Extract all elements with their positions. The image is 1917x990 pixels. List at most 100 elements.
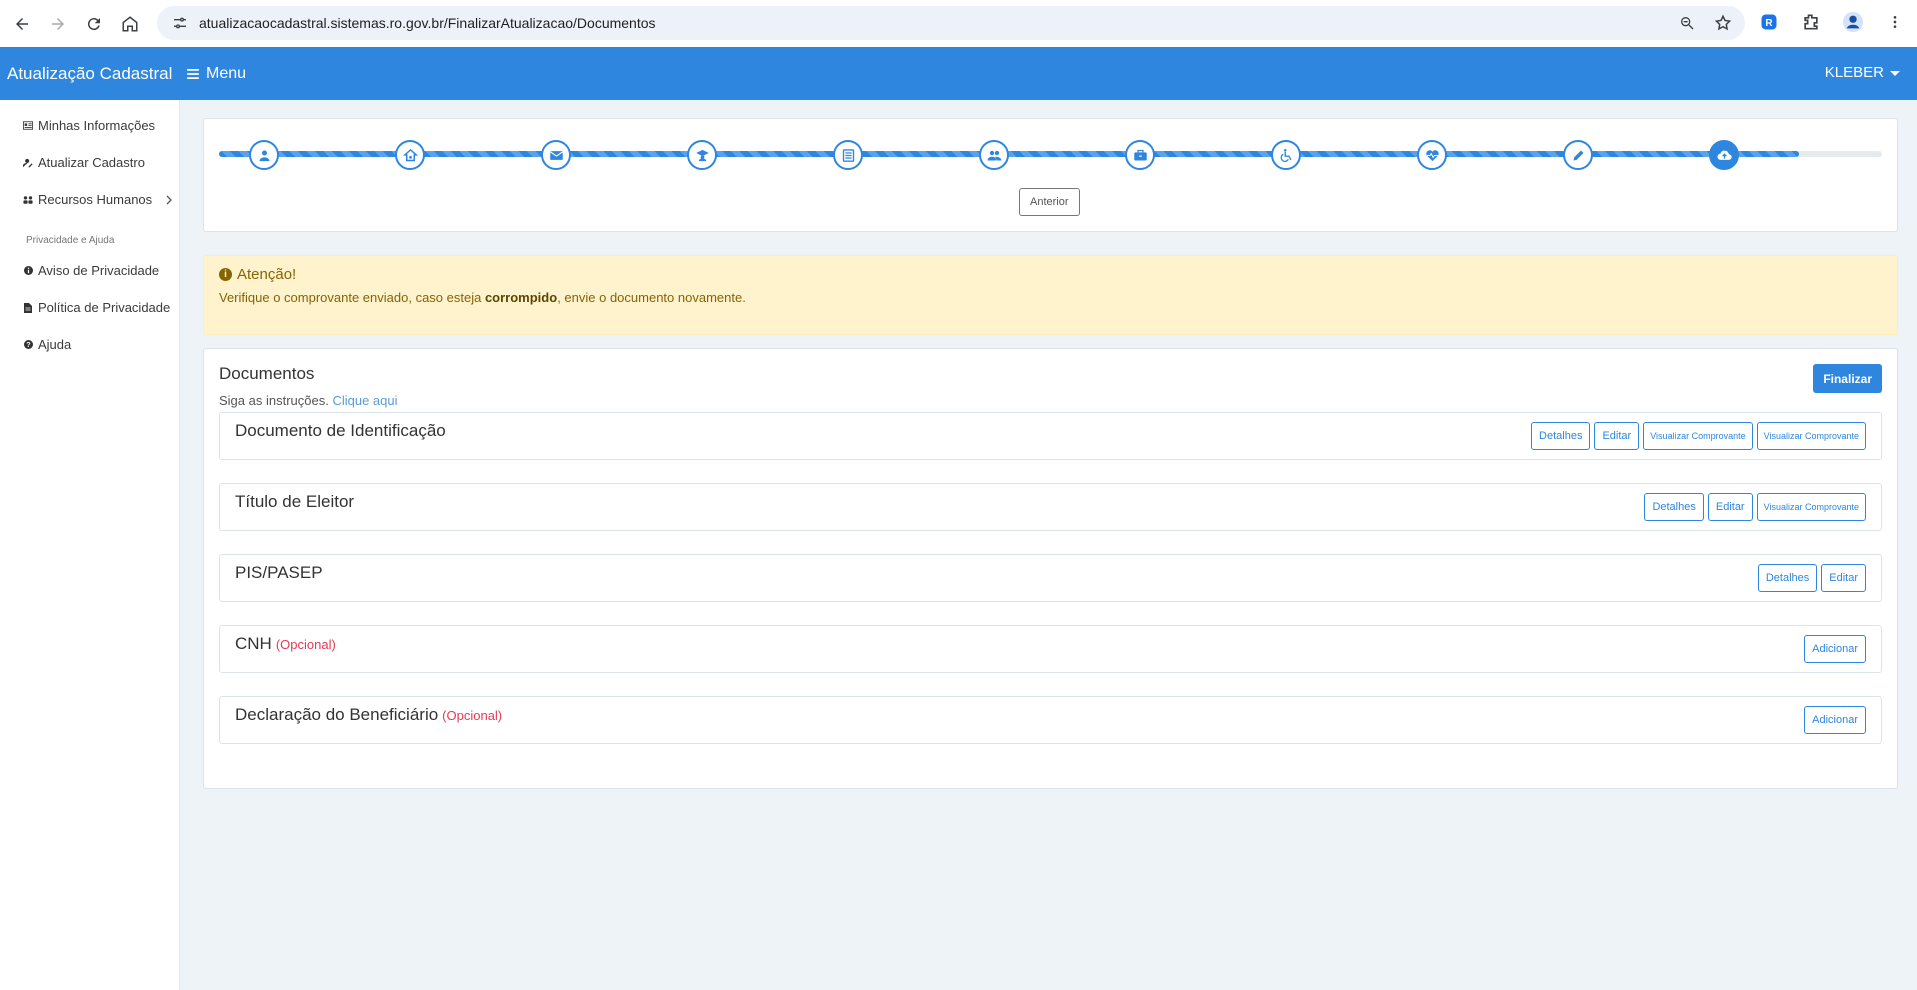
menu-button[interactable]: Menu (186, 65, 246, 83)
site-settings-icon[interactable] (165, 15, 195, 31)
step-11[interactable] (1709, 140, 1739, 170)
hamburger-icon (187, 68, 199, 79)
alert-message: Verifique o comprovante enviado, caso es… (219, 290, 1882, 305)
sidebar-item-label: Política de Privacidade (38, 300, 171, 315)
sidebar-section-title: Privacidade e Ajuda (26, 235, 115, 246)
url-text[interactable]: atualizacaocadastral.sistemas.ro.gov.br/… (199, 15, 656, 31)
info-circle-icon: i (219, 268, 232, 281)
svg-text:R: R (1765, 18, 1773, 29)
document-actions: Detalhes Editar Visualizar Comprovante Visu… (1531, 422, 1866, 450)
graduation-icon (695, 149, 709, 161)
document-actions: Detalhes Editar (1757, 564, 1866, 592)
sidebar-item-label: Aviso de Privacidade (38, 263, 160, 278)
bookmark-star-icon[interactable] (1711, 11, 1735, 35)
document-name: Declaração do Beneficiário (Opcional) (235, 705, 502, 725)
extensions-puzzle-icon[interactable] (1797, 8, 1825, 36)
detalhes-button[interactable]: Detalhes (1531, 422, 1591, 450)
back-icon[interactable] (4, 6, 40, 42)
detalhes-button[interactable]: Detalhes (1644, 493, 1704, 521)
adicionar-button[interactable]: Adicionar (1804, 635, 1866, 663)
document-name: CNH (Opcional) (235, 634, 336, 654)
document-row: PIS/PASEP Detalhes Editar (219, 554, 1882, 602)
step-5[interactable] (833, 140, 863, 170)
visualizar-comprovante-button[interactable]: Visualizar Comprovante (1756, 493, 1866, 521)
chevron-right-icon (166, 195, 173, 204)
alert-text-before: Verifique o comprovante enviado, caso es… (219, 290, 485, 305)
document-actions: Detalhes Editar Visualizar Comprovante (1644, 493, 1866, 521)
app-header: Atualização Cadastral Menu KLEBER (0, 47, 1917, 100)
newspaper-icon (842, 148, 854, 162)
editar-button[interactable]: Editar (1821, 564, 1866, 592)
previous-button[interactable]: Anterior (1019, 188, 1080, 216)
menu-label: Menu (206, 64, 247, 82)
optional-label: (Opcional) (275, 637, 336, 652)
browser-menu-icon[interactable] (1881, 8, 1909, 36)
step-9[interactable] (1417, 140, 1447, 170)
optional-label: (Opcional) (442, 708, 503, 723)
reload-icon[interactable] (76, 6, 112, 42)
editar-button[interactable]: Editar (1707, 493, 1753, 521)
adicionar-button[interactable]: Adicionar (1804, 706, 1866, 734)
sidebar-item-label: Recursos Humanos (38, 192, 153, 207)
user-menu[interactable]: KLEBER (1825, 64, 1900, 81)
info-icon (23, 266, 33, 276)
caret-down-icon (1890, 70, 1900, 76)
main-content: Anterior i Atenção! Verifique o comprova… (203, 118, 1898, 789)
home-icon[interactable] (112, 6, 148, 42)
sidebar-item-ajuda[interactable]: ? Ajuda (0, 326, 179, 363)
visualizar-comprovante-button[interactable]: Visualizar Comprovante (1643, 422, 1753, 450)
documents-title: Documentos (219, 364, 315, 383)
zoom-icon[interactable] (1675, 11, 1699, 35)
warning-alert: i Atenção! Verifique o comprovante envia… (203, 255, 1898, 335)
heartbeat-icon (1425, 149, 1439, 161)
user-name: KLEBER (1824, 64, 1884, 81)
id-card-icon (23, 121, 33, 131)
step-3[interactable] (541, 140, 571, 170)
document-row: Título de Eleitor Detalhes Editar Visualiza… (219, 483, 1882, 531)
alert-text-bold: corrompido (484, 290, 558, 305)
address-bar[interactable]: atualizacaocadastral.sistemas.ro.gov.br/… (157, 6, 1745, 40)
progress-track (219, 151, 1882, 157)
sidebar-item-label: Atualizar Cadastro (38, 155, 145, 170)
step-10[interactable] (1563, 140, 1593, 170)
sidebar-item-label: Ajuda (38, 337, 72, 352)
document-row: Declaração do Beneficiário (Opcional) Adic… (219, 696, 1882, 744)
users-icon (23, 195, 33, 205)
detalhes-button[interactable]: Detalhes (1757, 564, 1818, 592)
document-actions: Adicionar (1804, 706, 1866, 734)
step-2[interactable] (395, 140, 425, 170)
instructions: Siga as instruções. Clique aqui (219, 393, 1882, 408)
user-icon (259, 150, 269, 161)
extension-icon[interactable]: R (1755, 8, 1783, 36)
step-7[interactable] (1125, 140, 1155, 170)
document-name: Título de Eleitor (235, 492, 354, 512)
alert-text-after: , envie o documento novamente. (557, 290, 746, 305)
instructions-link[interactable]: Clique aqui (332, 393, 397, 408)
question-icon: ? (23, 340, 33, 350)
alert-title: Atenção! (237, 266, 297, 283)
sidebar-item-aviso-privacidade[interactable]: Aviso de Privacidade (0, 252, 179, 289)
sidebar-item-politica-privacidade[interactable]: Política de Privacidade (0, 289, 179, 326)
cloud-upload-icon (1716, 150, 1732, 160)
step-1[interactable] (249, 140, 279, 170)
sidebar-item-minhas-informacoes[interactable]: Minhas Informações (0, 107, 179, 144)
finalize-button[interactable]: Finalizar (1813, 364, 1882, 393)
sidebar-item-atualizar-cadastro[interactable]: Atualizar Cadastro (0, 144, 179, 181)
profile-avatar-icon[interactable] (1839, 8, 1867, 36)
sidebar-item-recursos-humanos[interactable]: Recursos Humanos (0, 181, 179, 218)
document-name: Documento de Identificação (235, 421, 446, 441)
document-name-text: Documento de Identificação (235, 421, 446, 440)
step-4[interactable] (687, 140, 717, 170)
briefcase-icon (1133, 149, 1147, 160)
brand-title[interactable]: Atualização Cadastral (0, 64, 186, 84)
step-6[interactable] (979, 140, 1009, 170)
users-icon (987, 150, 1001, 160)
step-8[interactable] (1271, 140, 1301, 170)
editar-button[interactable]: Editar (1594, 422, 1640, 450)
visualizar-comprovante-button[interactable]: Visualizar Comprovante (1756, 422, 1866, 450)
forward-icon[interactable] (40, 6, 76, 42)
pen-icon (1573, 150, 1583, 160)
file-icon (23, 302, 33, 313)
home-icon (402, 148, 418, 161)
document-name-text: Declaração do Beneficiário (235, 705, 439, 724)
